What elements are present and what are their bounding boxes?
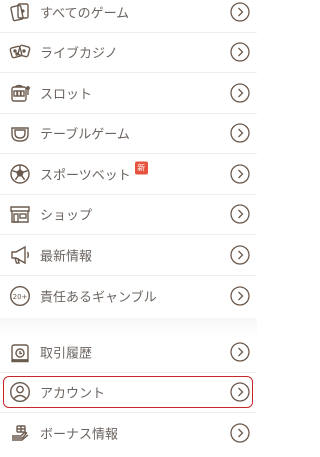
chevron-right-icon[interactable] xyxy=(230,42,250,62)
chevron-right-icon[interactable] xyxy=(230,2,250,22)
chevron-right-icon[interactable] xyxy=(230,286,250,306)
menu-item-label-text: スポーツベット xyxy=(40,168,131,184)
menu-item-slots[interactable]: スロット xyxy=(0,73,257,113)
dice-icon xyxy=(9,41,31,63)
transaction-history-icon xyxy=(9,341,31,363)
menu-item-label: ライブカジノ xyxy=(40,46,118,62)
menu-item-responsible-gambling[interactable]: 20+ 責任あるギャンブル xyxy=(0,276,257,316)
menu-item-shop[interactable]: ショップ xyxy=(0,194,257,234)
menu-item-label: 最新情報 xyxy=(40,249,93,265)
menu-item-label: 取引履歴 xyxy=(40,346,93,362)
menu-item-label: 責任あるギャンブル xyxy=(40,290,157,306)
age-20-plus-icon: 20+ xyxy=(9,285,31,307)
megaphone-icon xyxy=(9,244,31,266)
menu-item-bonus-info[interactable]: ボーナス情報 xyxy=(0,413,257,453)
cards-icon xyxy=(9,1,31,23)
menu-item-news[interactable]: 最新情報 xyxy=(0,235,257,275)
menu-item-label: スポーツベット新 xyxy=(40,161,148,184)
age-20-plus-text: 20+ xyxy=(13,293,28,301)
chevron-right-icon[interactable] xyxy=(230,423,250,443)
slot-machine-icon xyxy=(9,82,31,104)
bonus-gift-icon xyxy=(9,422,31,444)
menu-item-label: ショップ xyxy=(40,208,93,224)
chevron-right-icon[interactable] xyxy=(230,342,250,362)
menu-item-account[interactable]: アカウント xyxy=(0,372,257,412)
chevron-right-icon[interactable] xyxy=(230,123,250,143)
menu-item-transaction-history[interactable]: 取引履歴 xyxy=(0,332,257,372)
chevron-right-icon[interactable] xyxy=(230,204,250,224)
new-badge: 新 xyxy=(134,161,148,175)
menu-item-table-games[interactable]: テーブルゲーム xyxy=(0,113,257,153)
chevron-right-icon[interactable] xyxy=(230,83,250,103)
soccer-ball-icon xyxy=(9,163,31,185)
menu-item-label: テーブルゲーム xyxy=(40,127,130,143)
menu-item-sports-bet[interactable]: スポーツベット新 xyxy=(0,154,257,194)
shop-icon xyxy=(9,203,31,225)
menu-item-label: すべてのゲーム xyxy=(40,6,130,22)
menu-item-all-games[interactable]: すべてのゲーム xyxy=(0,0,257,32)
table-game-icon xyxy=(9,122,31,144)
side-menu: すべてのゲーム ライブカジノ スロット テーブルゲーム スポーツベット新 ショッ… xyxy=(0,0,257,457)
menu-item-live-casino[interactable]: ライブカジノ xyxy=(0,32,257,72)
chevron-right-icon[interactable] xyxy=(230,245,250,265)
menu-item-label: スロット xyxy=(40,87,93,103)
account-icon xyxy=(9,381,31,403)
chevron-right-icon[interactable] xyxy=(230,164,250,184)
chevron-right-icon[interactable] xyxy=(230,382,250,402)
menu-item-label: アカウント xyxy=(40,386,106,402)
menu-item-label: ボーナス情報 xyxy=(40,427,119,443)
